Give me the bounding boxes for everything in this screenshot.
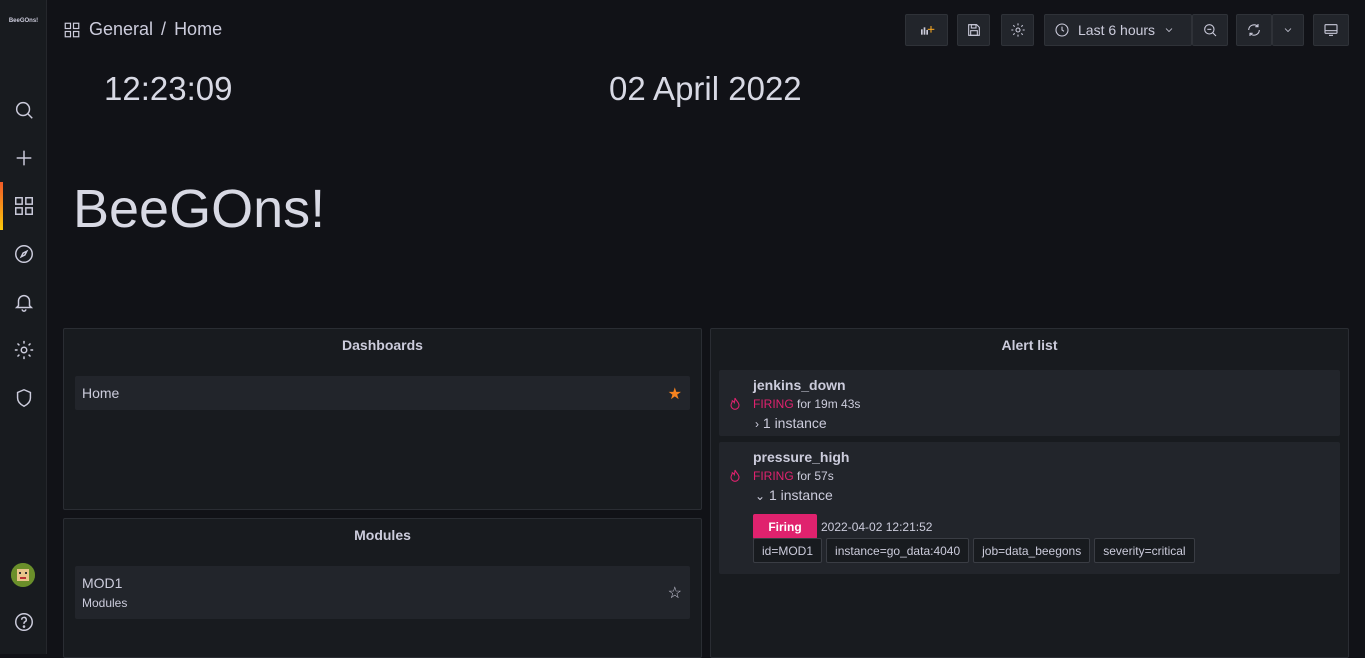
tv-mode-button[interactable] xyxy=(1313,14,1349,46)
alert-name: jenkins_down xyxy=(753,377,846,393)
clock-time: 12:23:09 xyxy=(104,70,233,107)
alert-instances-toggle[interactable]: ⌄ 1 instance xyxy=(755,487,833,503)
breadcrumb-folder[interactable]: General xyxy=(89,19,153,40)
panel-title[interactable]: Dashboards xyxy=(64,337,701,353)
alert-item: pressure_high FIRING for 57s ⌄ 1 instanc… xyxy=(719,442,1340,574)
gear-icon xyxy=(1010,23,1025,37)
instance-labels: id=MOD1 instance=go_data:4040 job=data_b… xyxy=(753,538,1195,563)
alert-instances-toggle[interactable]: › 1 instance xyxy=(755,415,827,431)
refresh-icon xyxy=(1248,24,1260,36)
alert-state: FIRING for 19m 43s xyxy=(753,397,860,411)
star-filled-icon[interactable]: ★ xyxy=(668,384,682,404)
clock-date: 02 April 2022 xyxy=(609,70,802,107)
zoom-out-button[interactable] xyxy=(1192,14,1228,46)
add-panel-icon xyxy=(920,26,934,35)
dashboard-list-item[interactable]: Home ★ xyxy=(75,376,690,410)
monitor-icon xyxy=(1324,24,1338,36)
save-dashboard-button[interactable] xyxy=(957,14,990,46)
alert-list-panel: Alert list jenkins_down FIRING for 19m 4… xyxy=(710,328,1349,658)
refresh-button[interactable] xyxy=(1236,14,1272,46)
hero-title: BeeGOns! xyxy=(73,179,326,239)
search-icon[interactable] xyxy=(0,86,47,134)
alert-duration: for 19m 43s xyxy=(797,397,861,411)
alert-state-label: FIRING xyxy=(753,469,794,483)
server-admin-shield-icon[interactable] xyxy=(0,374,47,422)
create-plus-icon[interactable] xyxy=(0,134,47,182)
chevron-down-icon: ⌄ xyxy=(755,489,766,503)
star-outline-icon[interactable]: ☆ xyxy=(668,583,682,603)
app-logo[interactable]: BeeGOns! xyxy=(0,18,47,24)
alert-duration: for 57s xyxy=(797,469,834,483)
dashboard-name: MOD1 xyxy=(82,575,123,591)
time-range-picker[interactable]: Last 6 hours xyxy=(1044,14,1192,46)
side-nav: BeeGOns! xyxy=(0,0,47,654)
alert-state: FIRING for 57s xyxy=(753,469,834,483)
breadcrumb: General / Home xyxy=(63,19,222,40)
dashboards-panel: Dashboards Home ★ xyxy=(63,328,702,510)
modules-panel: Modules MOD1 Modules ☆ xyxy=(63,518,702,658)
label-chip: severity=critical xyxy=(1094,538,1195,563)
user-avatar[interactable] xyxy=(11,563,35,587)
alerting-bell-icon[interactable] xyxy=(0,278,47,326)
alert-state-label: FIRING xyxy=(753,397,794,411)
panel-title[interactable]: Alert list xyxy=(711,337,1348,353)
add-panel-button[interactable] xyxy=(905,14,948,46)
settings-gear-icon[interactable] xyxy=(0,326,47,374)
alert-instances-count: 1 instance xyxy=(768,487,833,503)
label-chip: instance=go_data:4040 xyxy=(826,538,970,563)
chevron-down-icon xyxy=(1165,28,1173,33)
fire-icon xyxy=(730,469,740,482)
dashboards-grid-icon[interactable] xyxy=(0,182,47,230)
label-chip: job=data_beegons xyxy=(973,538,1091,563)
explore-compass-icon[interactable] xyxy=(0,230,47,278)
label-chip: id=MOD1 xyxy=(753,538,823,563)
breadcrumb-separator: / xyxy=(161,19,167,39)
panel-title[interactable]: Modules xyxy=(64,527,701,543)
fire-icon xyxy=(730,397,740,410)
chevron-down-icon xyxy=(1284,28,1292,33)
help-icon[interactable] xyxy=(0,598,47,646)
refresh-interval-dropdown[interactable] xyxy=(1272,14,1304,46)
instance-state-badge: Firing xyxy=(753,514,817,539)
dashboard-folder: Modules xyxy=(82,596,128,610)
alert-name: pressure_high xyxy=(753,449,850,465)
dashboard-grid-icon xyxy=(64,22,80,37)
instance-timestamp: 2022-04-02 12:21:52 xyxy=(821,520,933,534)
chevron-right-icon: › xyxy=(755,417,759,431)
dashboard-settings-button[interactable] xyxy=(1001,14,1034,46)
time-range-label: Last 6 hours xyxy=(1078,22,1156,38)
clock-icon xyxy=(1055,23,1069,37)
dashboard-list-item[interactable]: MOD1 Modules ☆ xyxy=(75,566,690,619)
dashboard-name: Home xyxy=(82,385,120,401)
breadcrumb-page[interactable]: Home xyxy=(174,19,222,40)
alert-instances-count: 1 instance xyxy=(762,415,827,431)
alert-item: jenkins_down FIRING for 19m 43s › 1 inst… xyxy=(719,370,1340,436)
dashboard-navbar: General / Home Last 6 hours xyxy=(47,0,1365,60)
zoom-out-icon xyxy=(1204,24,1217,37)
save-icon xyxy=(967,24,980,36)
